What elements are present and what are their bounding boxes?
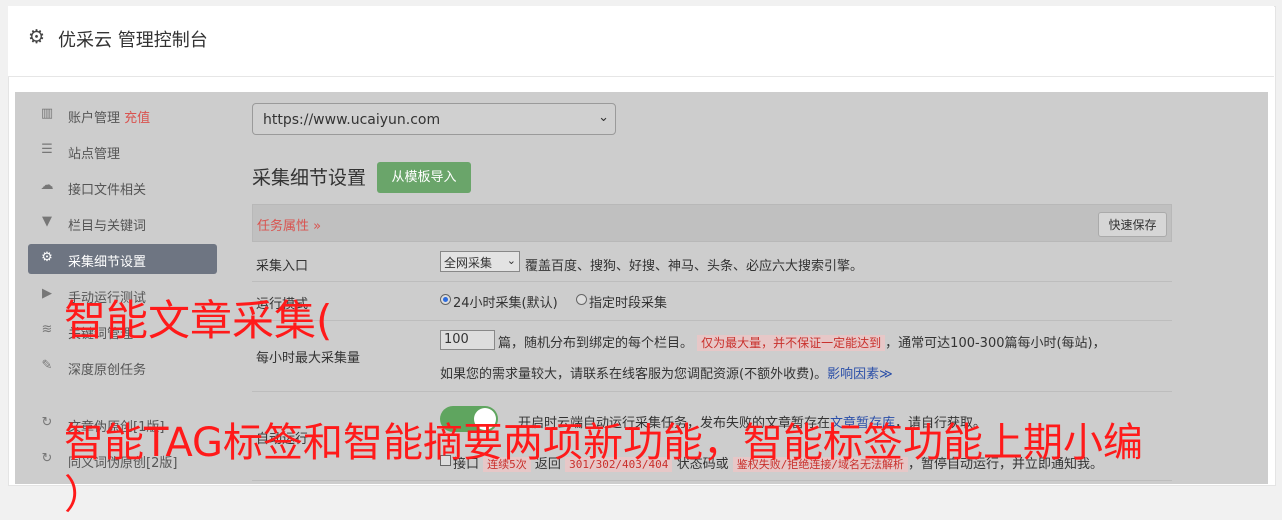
sidebar-item-label: 采集细节设置: [68, 255, 147, 270]
page-title: 优采云 管理控制台: [58, 30, 208, 51]
max-text-2: 如果您的需求量较大，请联系在线客服为您调配资源(不额外收费)。影响因素≫: [440, 367, 893, 382]
mode-option-24h: 24小时采集(默认): [453, 296, 558, 311]
sidebar-item-label: 接口文件相关: [68, 183, 147, 198]
mode-option-period: 指定时段采集: [589, 296, 668, 311]
console-header: ⚙ 优采云 管理控制台: [8, 6, 1274, 77]
entry-select-value: 全网采集: [444, 256, 493, 270]
site-select-value: https://www.ucaiyun.com: [263, 112, 441, 128]
gears-icon: ⚙: [41, 250, 53, 265]
overlay-caption-line2: 智能TAG标签和智能摘要两项新功能，智能标签功能上期小编: [64, 420, 1143, 466]
site-select[interactable]: https://www.ucaiyun.com ⌄: [252, 103, 616, 135]
sidebar-item-collection-settings[interactable]: ⚙ 采集细节设置: [28, 244, 217, 274]
divider: [252, 320, 1172, 321]
sidebar-item-account[interactable]: ▥ 账户管理 充值: [28, 100, 217, 130]
quick-save-button[interactable]: 快速保存: [1098, 212, 1167, 237]
sidebar-item-label: 深度原创任务: [68, 363, 147, 378]
chevron-down-icon: »: [313, 219, 322, 234]
divider: [252, 281, 1172, 282]
section-title: 采集细节设置: [252, 167, 367, 189]
max-warning-badge: 仅为最大量，并不保证一定能达到: [697, 335, 886, 351]
divider: [252, 391, 1172, 392]
max-per-hour-input[interactable]: 100: [440, 330, 495, 350]
refresh-icon: ↻: [41, 415, 53, 430]
chevron-down-icon: ⌄: [598, 110, 609, 125]
refresh-icon: ↻: [41, 451, 53, 466]
recharge-link[interactable]: 充值: [124, 111, 150, 126]
database-icon: ≋: [41, 322, 53, 337]
mode-radio-period[interactable]: [576, 294, 587, 305]
panel-header: 任务属性 »: [252, 204, 1172, 242]
edit-icon: ✎: [41, 358, 53, 373]
cloud-upload-icon: ☁: [40, 178, 54, 193]
sidebar-item-label: 站点管理: [68, 147, 121, 162]
sidebar-item-label: 栏目与关键词: [68, 219, 147, 234]
sidebar-item-interface-files[interactable]: ☁ 接口文件相关: [28, 172, 217, 202]
filter-icon: ▼: [42, 214, 52, 229]
max-label: 每小时最大采集量: [256, 351, 361, 366]
overlay-caption-line3: ）: [64, 472, 104, 518]
chevron-down-icon: ⌄: [506, 254, 516, 267]
entry-label: 采集入口: [256, 259, 309, 274]
impact-factors-link[interactable]: 影响因素≫: [827, 367, 893, 382]
sidebar-item-columns-keywords[interactable]: ▼ 栏目与关键词: [28, 208, 217, 238]
sidebar-item-label: 账户管理: [68, 111, 121, 126]
entry-select[interactable]: 全网采集 ⌄: [440, 251, 520, 272]
sidebar-item-deep-original[interactable]: ✎ 深度原创任务: [28, 352, 217, 382]
server-icon: ☰: [41, 142, 53, 157]
gear-icon: ⚙: [28, 26, 46, 48]
overlay-caption-line1: 智能文章采集(: [64, 296, 333, 345]
panel-title[interactable]: 任务属性 »: [257, 215, 321, 234]
mode-radio-24h[interactable]: [440, 294, 451, 305]
bar-chart-icon: ▥: [40, 106, 54, 121]
entry-description: 覆盖百度、搜狗、好搜、神马、头条、必应六大搜索引擎。: [525, 259, 864, 274]
divider: [252, 480, 1172, 481]
max-text-1: 篇，随机分布到绑定的每个栏目。 仅为最大量，并不保证一定能达到 ，通常可达100-…: [498, 335, 1106, 351]
play-icon: ▶: [42, 286, 52, 301]
import-template-button[interactable]: 从模板导入: [377, 162, 471, 193]
sidebar-item-sites[interactable]: ☰ 站点管理: [28, 136, 217, 166]
